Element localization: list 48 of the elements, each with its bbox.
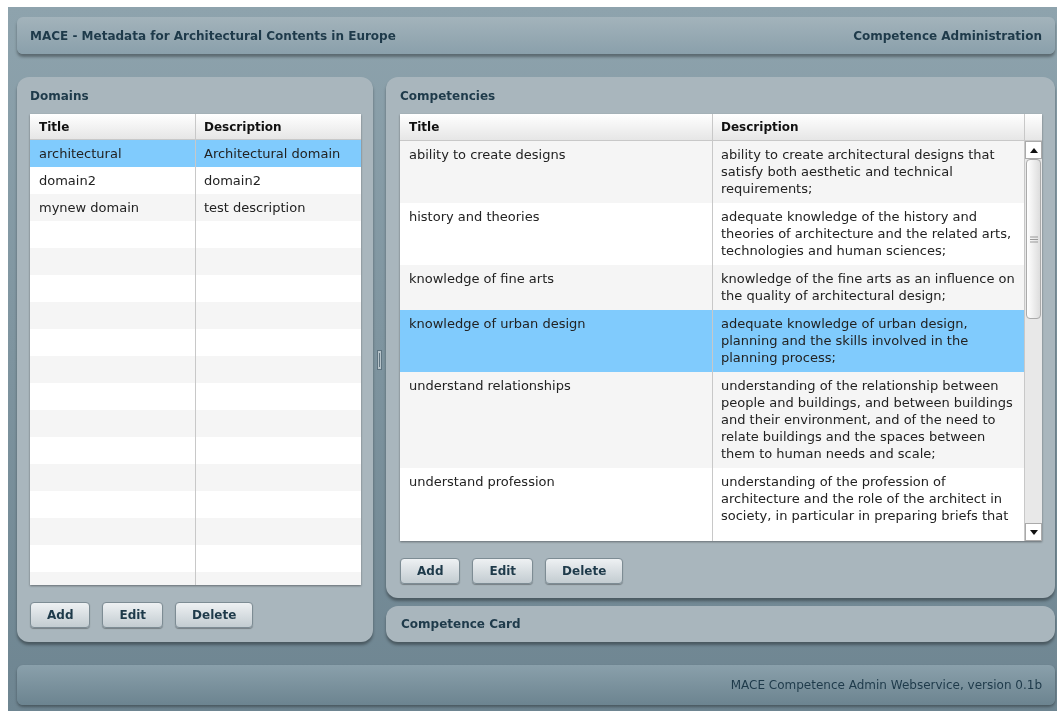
table-cell-text: history and theories <box>408 208 541 226</box>
scroll-up-button[interactable] <box>1025 141 1042 159</box>
table-cell-text: understanding of the profession of architecture and the role of the architect in society, in particular in preparing briefs that <box>720 473 1010 525</box>
app-title: MACE - Metadata for Architectural Contents in Europe <box>30 27 396 45</box>
action-button[interactable]: Delete <box>175 602 254 628</box>
table-cell-text: test description <box>203 199 307 217</box>
action-button[interactable]: Edit <box>102 602 164 628</box>
table-cell-text: domain2 <box>203 172 262 190</box>
table-cell-text: Architectural domain <box>203 145 342 163</box>
down-arrow-icon <box>1029 529 1038 535</box>
scroll-down-button[interactable] <box>1025 523 1042 541</box>
table-cell-text: domain2 <box>38 172 97 190</box>
table-cell-text: adequate knowledge of urban design, planning and the skills involved in the planning process; <box>720 315 970 367</box>
panel-title: Competencies <box>400 88 497 104</box>
table-row[interactable]: architectural Architectural domain <box>30 140 361 167</box>
table-row[interactable]: knowledge of fine arts knowledge of the fine arts as an influence on the quality of architectural design; <box>400 265 1024 310</box>
table-cell-text: understand relationships <box>408 377 572 395</box>
table-row[interactable]: mynew domain test description <box>30 194 361 221</box>
table-row[interactable] <box>400 372 1024 468</box>
up-arrow-icon <box>1029 147 1038 153</box>
action-button[interactable]: Add <box>30 602 91 628</box>
section-title: Competence Administration <box>853 27 1042 45</box>
action-button[interactable]: Delete <box>545 558 624 584</box>
column-header[interactable]: Title <box>400 114 712 140</box>
table-cell-text: adequate knowledge of the history and theories of architecture and the related arts, technologies and human sciences; <box>720 208 1013 260</box>
action-button[interactable]: Edit <box>472 558 534 584</box>
splitter-grip-icon[interactable] <box>377 349 382 370</box>
panel-title: Competence Card <box>401 616 521 633</box>
column-header[interactable]: Description <box>712 114 1024 140</box>
action-button[interactable]: Add <box>400 558 461 584</box>
table-cell-text: ability to create designs <box>408 146 567 164</box>
table-cell-text: knowledge of the fine arts as an influence on the quality of architectural design; <box>720 270 1016 305</box>
scrollbar-thumb[interactable] <box>1026 159 1041 319</box>
competence-card-panel[interactable]: Competence Card <box>386 606 1055 642</box>
table-row[interactable]: knowledge of urban design adequate knowledge of urban design, planning and the skills involved in the planning process; <box>400 310 1024 372</box>
table-row[interactable]: ability to create designs ability to create architectural designs that satisfy both aesthetic and technical requirements; <box>400 141 1024 203</box>
column-header[interactable]: Description <box>195 114 361 139</box>
panel-title: Domains <box>30 88 90 104</box>
column-header[interactable]: Title <box>30 114 195 139</box>
status-text: MACE Competence Admin Webservice, version 0.1b <box>730 677 1042 694</box>
table-cell-text: knowledge of fine arts <box>408 270 555 288</box>
table-cell-text: understand profession <box>408 473 556 491</box>
table-cell-text: mynew domain <box>38 199 141 217</box>
table-cell-text: knowledge of urban design <box>408 315 587 333</box>
table-cell-text: architectural <box>38 145 123 163</box>
table-cell-text: understanding of the relationship between people and buildings, and between buildings and their environment, and of the need to relate buildings and the spaces between them to human needs and scale; <box>720 377 1014 463</box>
table-cell-text: ability to create architectural designs that satisfy both aesthetic and technical requirements; <box>720 146 996 198</box>
table-row[interactable]: domain2 domain2 <box>30 167 361 194</box>
